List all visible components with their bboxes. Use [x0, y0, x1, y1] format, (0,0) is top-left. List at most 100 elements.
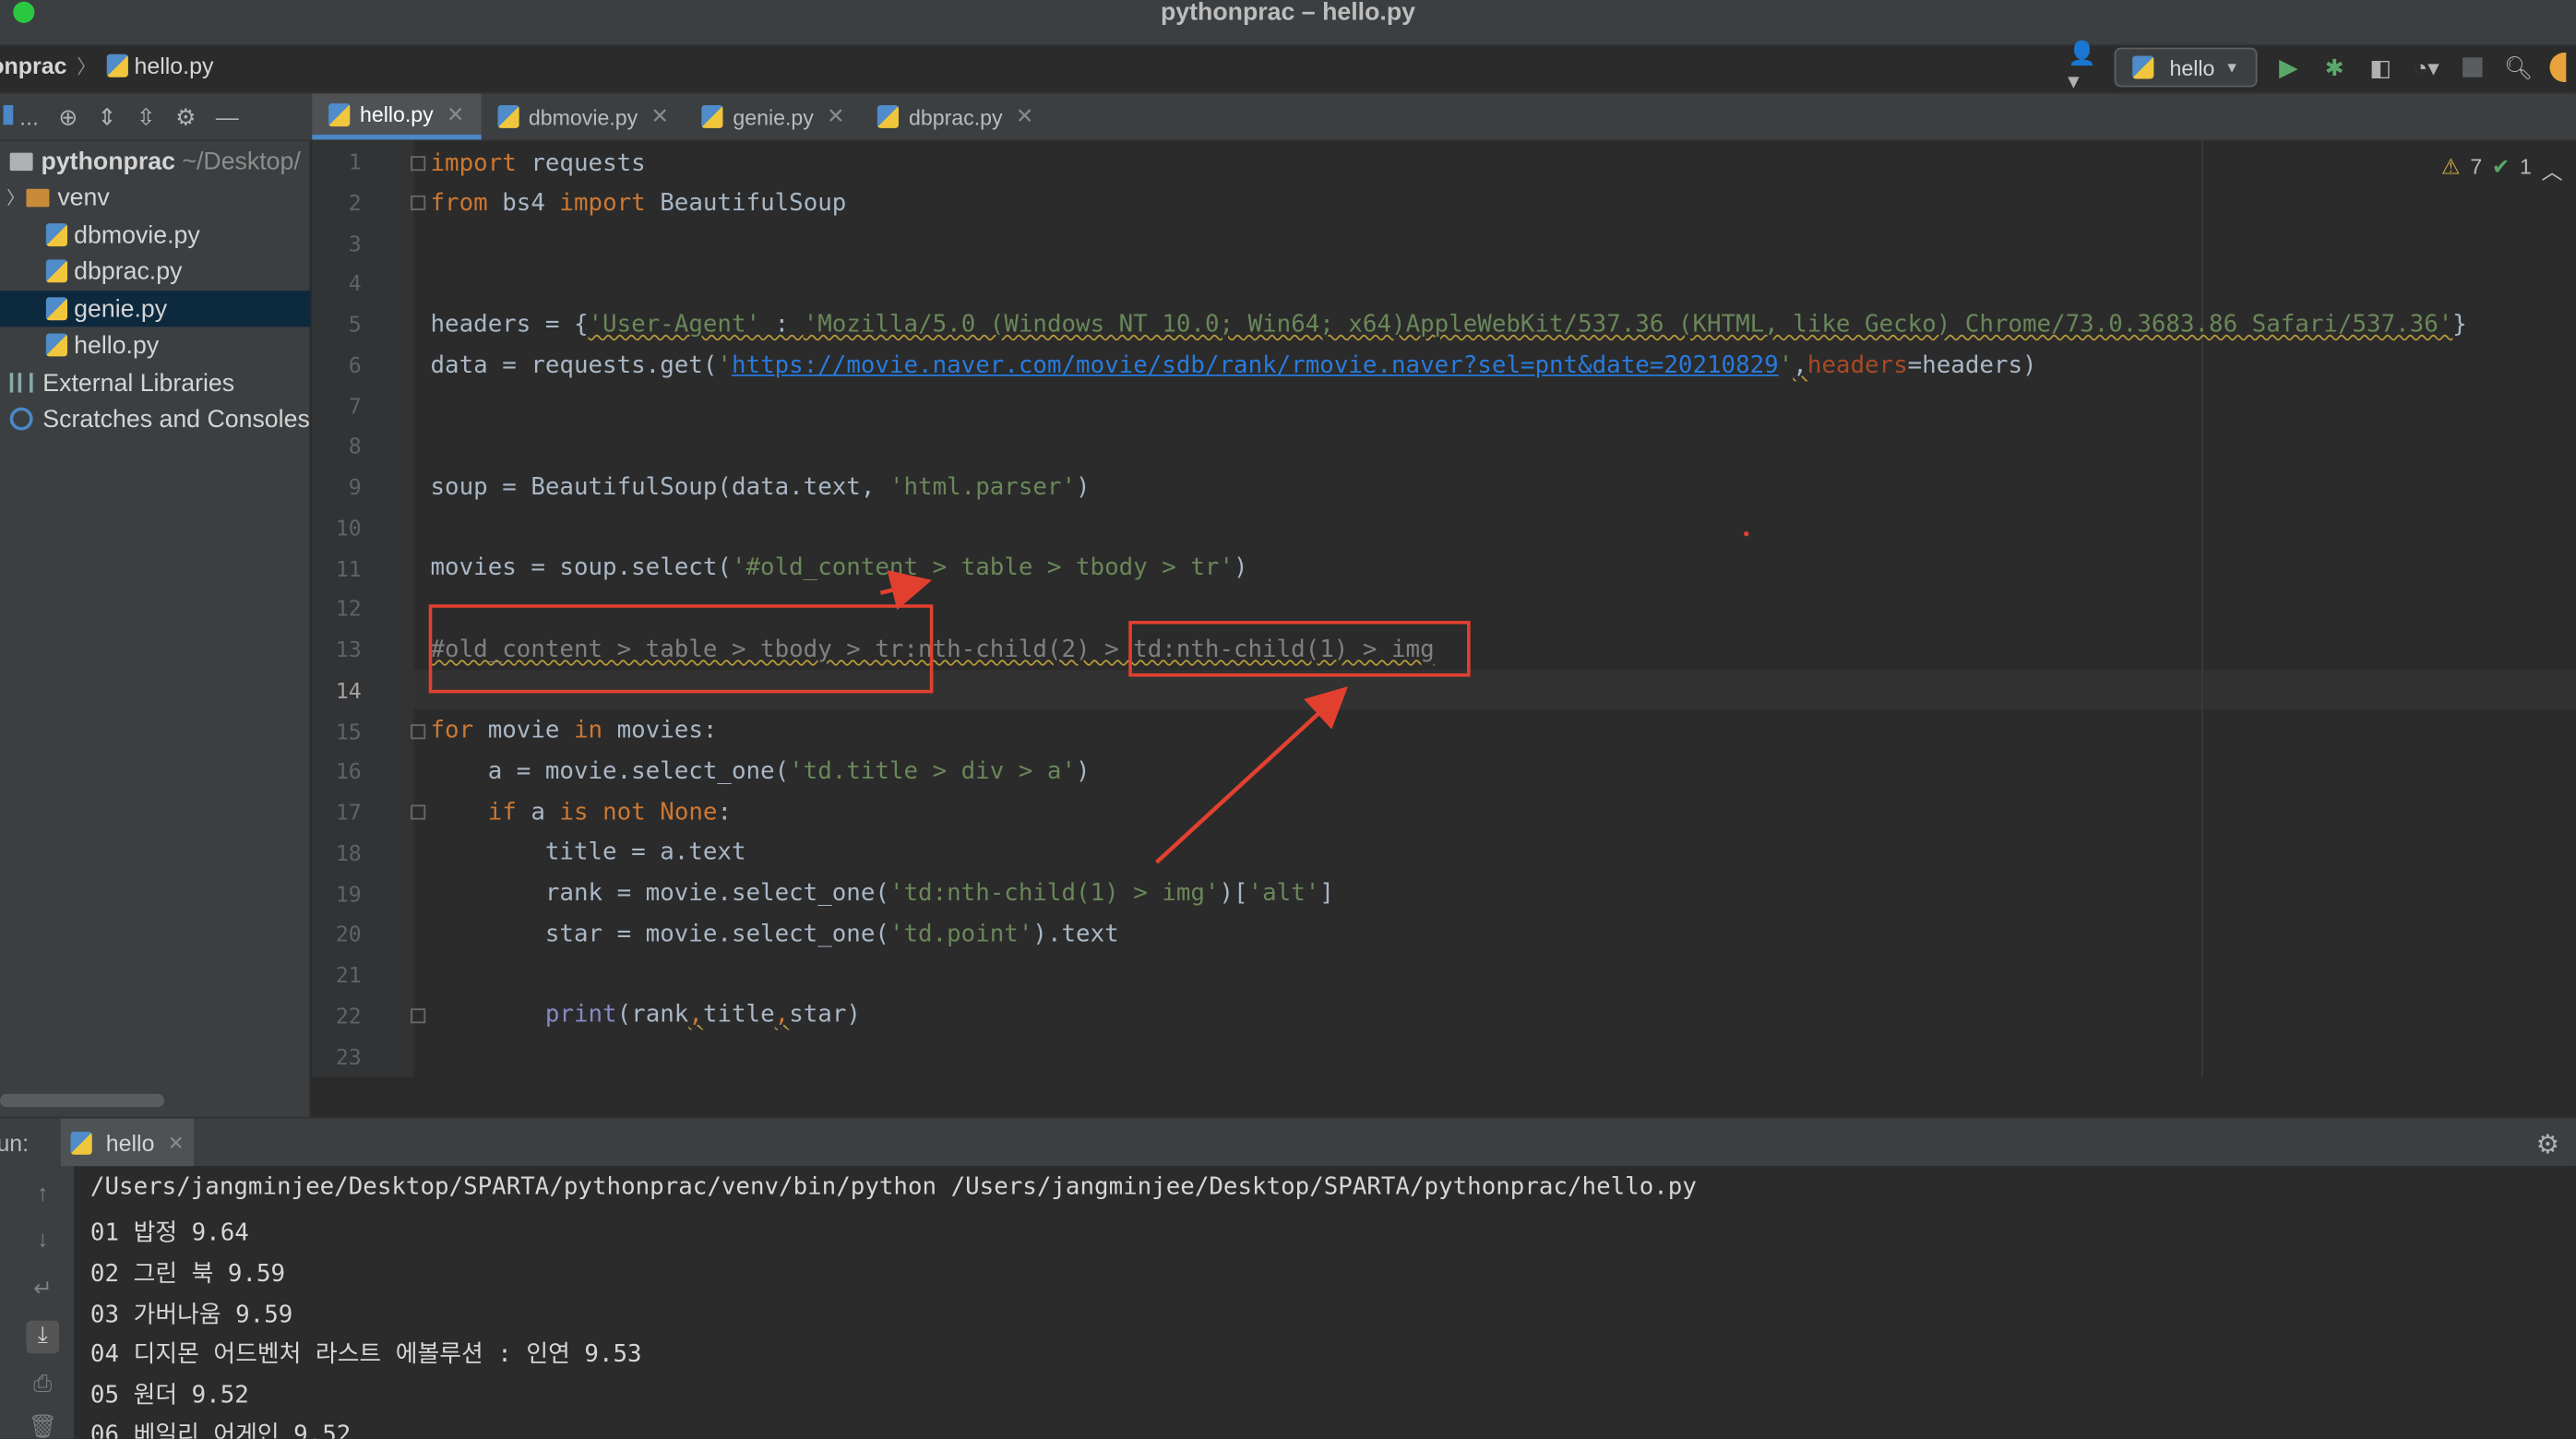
line-number: 5 — [348, 314, 362, 339]
coverage-icon[interactable]: ◧ — [2366, 53, 2395, 82]
chevron-up-icon[interactable]: ︿ — [2542, 154, 2563, 185]
search-icon[interactable]: 🔍︎ — [2504, 53, 2534, 82]
line-number: 11 — [335, 557, 362, 583]
python-file-icon — [45, 259, 68, 283]
code-line-2: from bs4 import BeautifulSoup — [430, 190, 847, 218]
run-icon[interactable]: ▶ — [2273, 53, 2303, 82]
line-number: 2 — [348, 191, 362, 217]
profile-icon[interactable]: ◔▾ — [2412, 53, 2441, 82]
code-line-20: star = movie.select_one('td.point').text — [430, 921, 1119, 948]
sidebar-horizontal-scrollbar[interactable] — [0, 1093, 165, 1108]
tree-item-label: venv — [57, 183, 110, 211]
print-icon[interactable]: ⎙ — [26, 1370, 59, 1403]
python-file-icon — [45, 297, 68, 321]
run-panel-header: un: hello ✕ ⚙ — [0, 1116, 2576, 1168]
breadcrumb-project[interactable]: onprac — [0, 53, 66, 78]
warning-count: 7 — [2470, 154, 2483, 180]
code-line-1: import requests — [430, 150, 646, 178]
inspection-widget[interactable]: ⚠ 7 ✔ 1 ︿ — [2441, 154, 2563, 185]
tree-item-label: dbprac.py — [74, 256, 183, 285]
run-config-selector[interactable]: hello ▼ — [2113, 47, 2258, 88]
debug-icon[interactable]: ✱ — [2320, 53, 2349, 82]
close-icon[interactable]: ✕ — [650, 103, 668, 129]
tab-label: dbprac.py — [908, 104, 1003, 129]
soft-wrap-icon[interactable]: ↵ — [26, 1275, 59, 1308]
python-file-icon — [45, 223, 68, 247]
breadcrumb-file-label: hello.py — [134, 52, 214, 79]
run-config-label: hello — [2169, 54, 2215, 80]
close-icon[interactable]: ✕ — [447, 101, 464, 127]
line-number: 20 — [335, 923, 362, 948]
code-line-11: movies = soup.select('#old_content > tab… — [430, 554, 1248, 582]
python-file-icon — [45, 333, 68, 357]
console-line: 03 가버나움 9.59 — [89, 1302, 293, 1329]
tree-root-name: pythonprac — [41, 147, 175, 175]
down-arrow-icon[interactable]: ↓ — [26, 1225, 59, 1258]
user-icon[interactable]: 👤▾ — [2068, 40, 2097, 94]
line-number: 14 — [335, 679, 362, 705]
close-icon[interactable]: ✕ — [1016, 103, 1033, 129]
tree-item-scratches[interactable]: Scratches and Consoles — [0, 400, 311, 436]
tree-item-hello[interactable]: hello.py — [0, 327, 311, 363]
tab-hello-py[interactable]: hello.py ✕ — [312, 93, 482, 140]
breadcrumb-file[interactable]: hello.py — [106, 53, 213, 78]
gear-icon[interactable]: ⚙ — [175, 102, 196, 130]
close-icon[interactable]: ✕ — [827, 103, 844, 129]
run-console[interactable]: /Users/jangminjee/Desktop/SPARTA/pythonp… — [74, 1166, 2576, 1439]
breadcrumb-separator-icon: 〉 — [77, 54, 97, 78]
collapse-all-icon[interactable]: ⇳ — [137, 102, 156, 130]
code-line-18: title = a.text — [430, 838, 746, 866]
fold-icon[interactable] — [411, 724, 426, 740]
code-line-17: if a is not None: — [430, 800, 733, 827]
run-tab-hello[interactable]: hello ✕ — [61, 1117, 195, 1168]
expand-all-icon[interactable]: ⇕ — [98, 102, 117, 130]
title-bar: pythonprac – hello.py onprac 〉 hello.py … — [0, 0, 2576, 93]
hide-icon[interactable]: — — [216, 103, 239, 129]
stop-icon[interactable] — [2458, 53, 2487, 82]
tree-root[interactable]: pythonprac ~/Desktop/ — [0, 143, 311, 179]
tree-item-label: Scratches and Consoles — [42, 404, 310, 434]
line-number: 12 — [335, 598, 362, 624]
code-line-9: soup = BeautifulSoup(data.text, 'html.pa… — [430, 474, 1091, 502]
python-file-icon — [71, 1130, 93, 1154]
tree-item-venv[interactable]: 〉 venv — [0, 179, 311, 215]
tree-item-label: dbmovie.py — [74, 220, 200, 249]
up-arrow-icon[interactable]: ↑ — [26, 1179, 59, 1212]
line-number: 23 — [335, 1045, 362, 1071]
main-toolbar: 👤▾ hello ▼ ▶ ✱ ◧ ◔▾ 🔍︎ — [2068, 40, 2576, 94]
tab-genie-py[interactable]: genie.py ✕ — [686, 93, 862, 139]
run-panel-label: un: — [0, 1129, 30, 1156]
code-line-22: print(rank,title,star) — [544, 1002, 861, 1029]
code-line-5: headers = {'User-Agent' : 'Mozilla/5.0 (… — [430, 312, 2467, 339]
project-toolbar: ... ⊕ ⇕ ⇳ ⚙ — — [0, 93, 311, 139]
trash-icon[interactable]: 🗑︎ — [26, 1412, 59, 1438]
tab-label: hello.py — [359, 101, 434, 127]
console-line: 04 디지몬 어드벤처 라스트 에볼루션 : 인연 9.53 — [89, 1341, 642, 1369]
fold-icon[interactable] — [411, 1008, 426, 1024]
tree-item-external-libraries[interactable]: External Libraries — [0, 364, 311, 400]
python-file-icon — [497, 104, 519, 128]
line-number: 18 — [335, 842, 362, 867]
line-number: 7 — [348, 395, 362, 420]
avatar[interactable] — [2549, 52, 2567, 83]
tree-item-genie[interactable]: genie.py — [0, 291, 311, 327]
close-icon[interactable]: ✕ — [168, 1131, 185, 1154]
console-line: /Users/jangminjee/Desktop/SPARTA/pythonp… — [89, 1174, 1697, 1201]
project-view-icon[interactable]: ... — [3, 103, 39, 130]
console-line: 01 밥정 9.64 — [89, 1219, 249, 1247]
fold-icon[interactable] — [411, 195, 426, 210]
scroll-to-end-icon[interactable]: ⤓ — [26, 1320, 60, 1354]
fold-icon[interactable] — [411, 156, 426, 172]
gear-icon[interactable]: ⚙ — [2536, 1128, 2560, 1161]
tab-dbmovie-py[interactable]: dbmovie.py ✕ — [481, 93, 685, 139]
tab-label: genie.py — [733, 104, 814, 129]
tree-root-path: ~/Desktop/ — [182, 147, 301, 175]
chevron-right-icon[interactable]: 〉 — [6, 184, 26, 209]
tab-dbprac-py[interactable]: dbprac.py ✕ — [861, 93, 1050, 139]
tree-item-dbmovie[interactable]: dbmovie.py — [0, 217, 311, 253]
warning-icon: ⚠ — [2440, 154, 2461, 180]
tree-item-dbprac[interactable]: dbprac.py — [0, 253, 311, 289]
fold-icon[interactable] — [411, 804, 426, 820]
code-line-6: data = requests.get('https://movie.naver… — [430, 352, 2037, 380]
locate-icon[interactable]: ⊕ — [58, 102, 78, 130]
